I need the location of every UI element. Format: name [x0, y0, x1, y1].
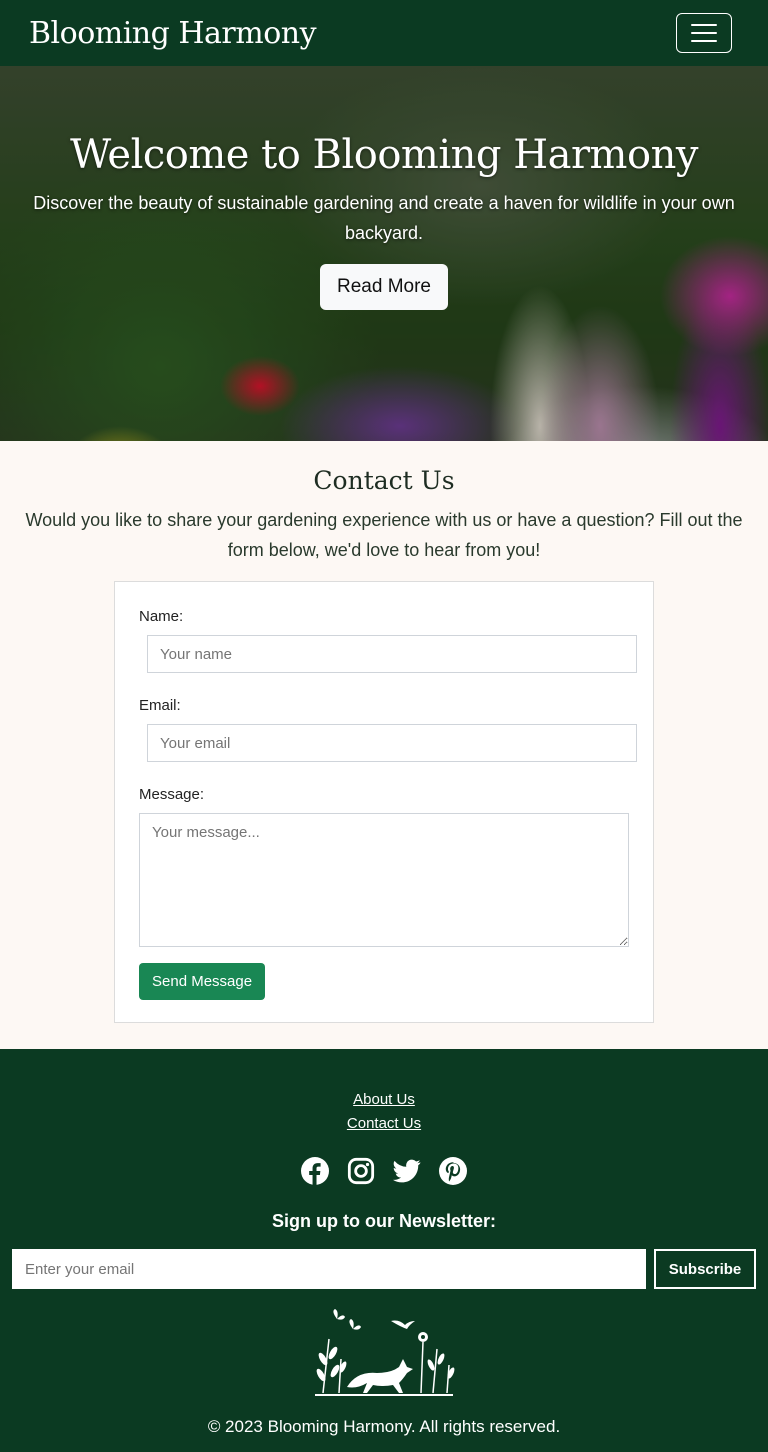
hero-title: Welcome to Blooming Harmony — [70, 132, 698, 178]
email-input[interactable] — [147, 724, 637, 762]
instagram-icon[interactable] — [347, 1157, 375, 1185]
twitter-icon[interactable] — [393, 1157, 421, 1185]
social-links — [0, 1157, 768, 1185]
hero-content: Welcome to Blooming Harmony Discover the… — [0, 66, 768, 310]
footer-link-about-us[interactable]: About Us — [0, 1088, 768, 1112]
message-group: Message: — [139, 786, 637, 947]
read-more-button[interactable]: Read More — [320, 264, 448, 310]
navbar: Blooming Harmony — [0, 0, 768, 66]
contact-intro: Would you like to share your gardening e… — [25, 510, 743, 560]
newsletter-email-input[interactable] — [12, 1249, 646, 1289]
message-label: Message: — [139, 786, 205, 803]
footer: About Us Contact Us Sign up to our Newsl… — [0, 1049, 768, 1452]
hamburger-line — [691, 40, 717, 42]
newsletter-form: Subscribe — [0, 1249, 768, 1289]
pinterest-icon[interactable] — [439, 1157, 467, 1185]
name-label: Name: — [139, 608, 184, 625]
footer-link-contact-us[interactable]: Contact Us — [0, 1112, 768, 1136]
hamburger-menu-icon — [691, 24, 717, 26]
fox-garden-logo-icon — [315, 1309, 455, 1396]
brand-logo[interactable]: Blooming Harmony — [29, 16, 317, 51]
subscribe-button[interactable]: Subscribe — [654, 1249, 756, 1289]
message-textarea[interactable] — [139, 813, 629, 947]
copyright-text: © 2023 Blooming Harmony. All rights rese… — [207, 1417, 561, 1436]
hero-subtitle: Discover the beauty of sustainable garde… — [33, 193, 735, 243]
email-group: Email: — [139, 697, 637, 762]
hero-section: Welcome to Blooming Harmony Discover the… — [0, 66, 768, 441]
name-group: Name: — [139, 608, 637, 673]
facebook-icon[interactable] — [301, 1157, 329, 1185]
contact-title: Contact Us — [313, 466, 455, 495]
menu-toggle-button[interactable] — [676, 13, 732, 53]
contact-section: Contact Us Would you like to share your … — [0, 441, 768, 1049]
contact-form: Name: Email: Message: Send Message — [114, 581, 654, 1023]
newsletter-heading: Sign up to our Newsletter: — [271, 1211, 496, 1231]
email-label: Email: — [139, 697, 181, 714]
name-input[interactable] — [147, 635, 637, 673]
send-message-button[interactable]: Send Message — [139, 963, 266, 1000]
hamburger-line — [691, 32, 717, 34]
